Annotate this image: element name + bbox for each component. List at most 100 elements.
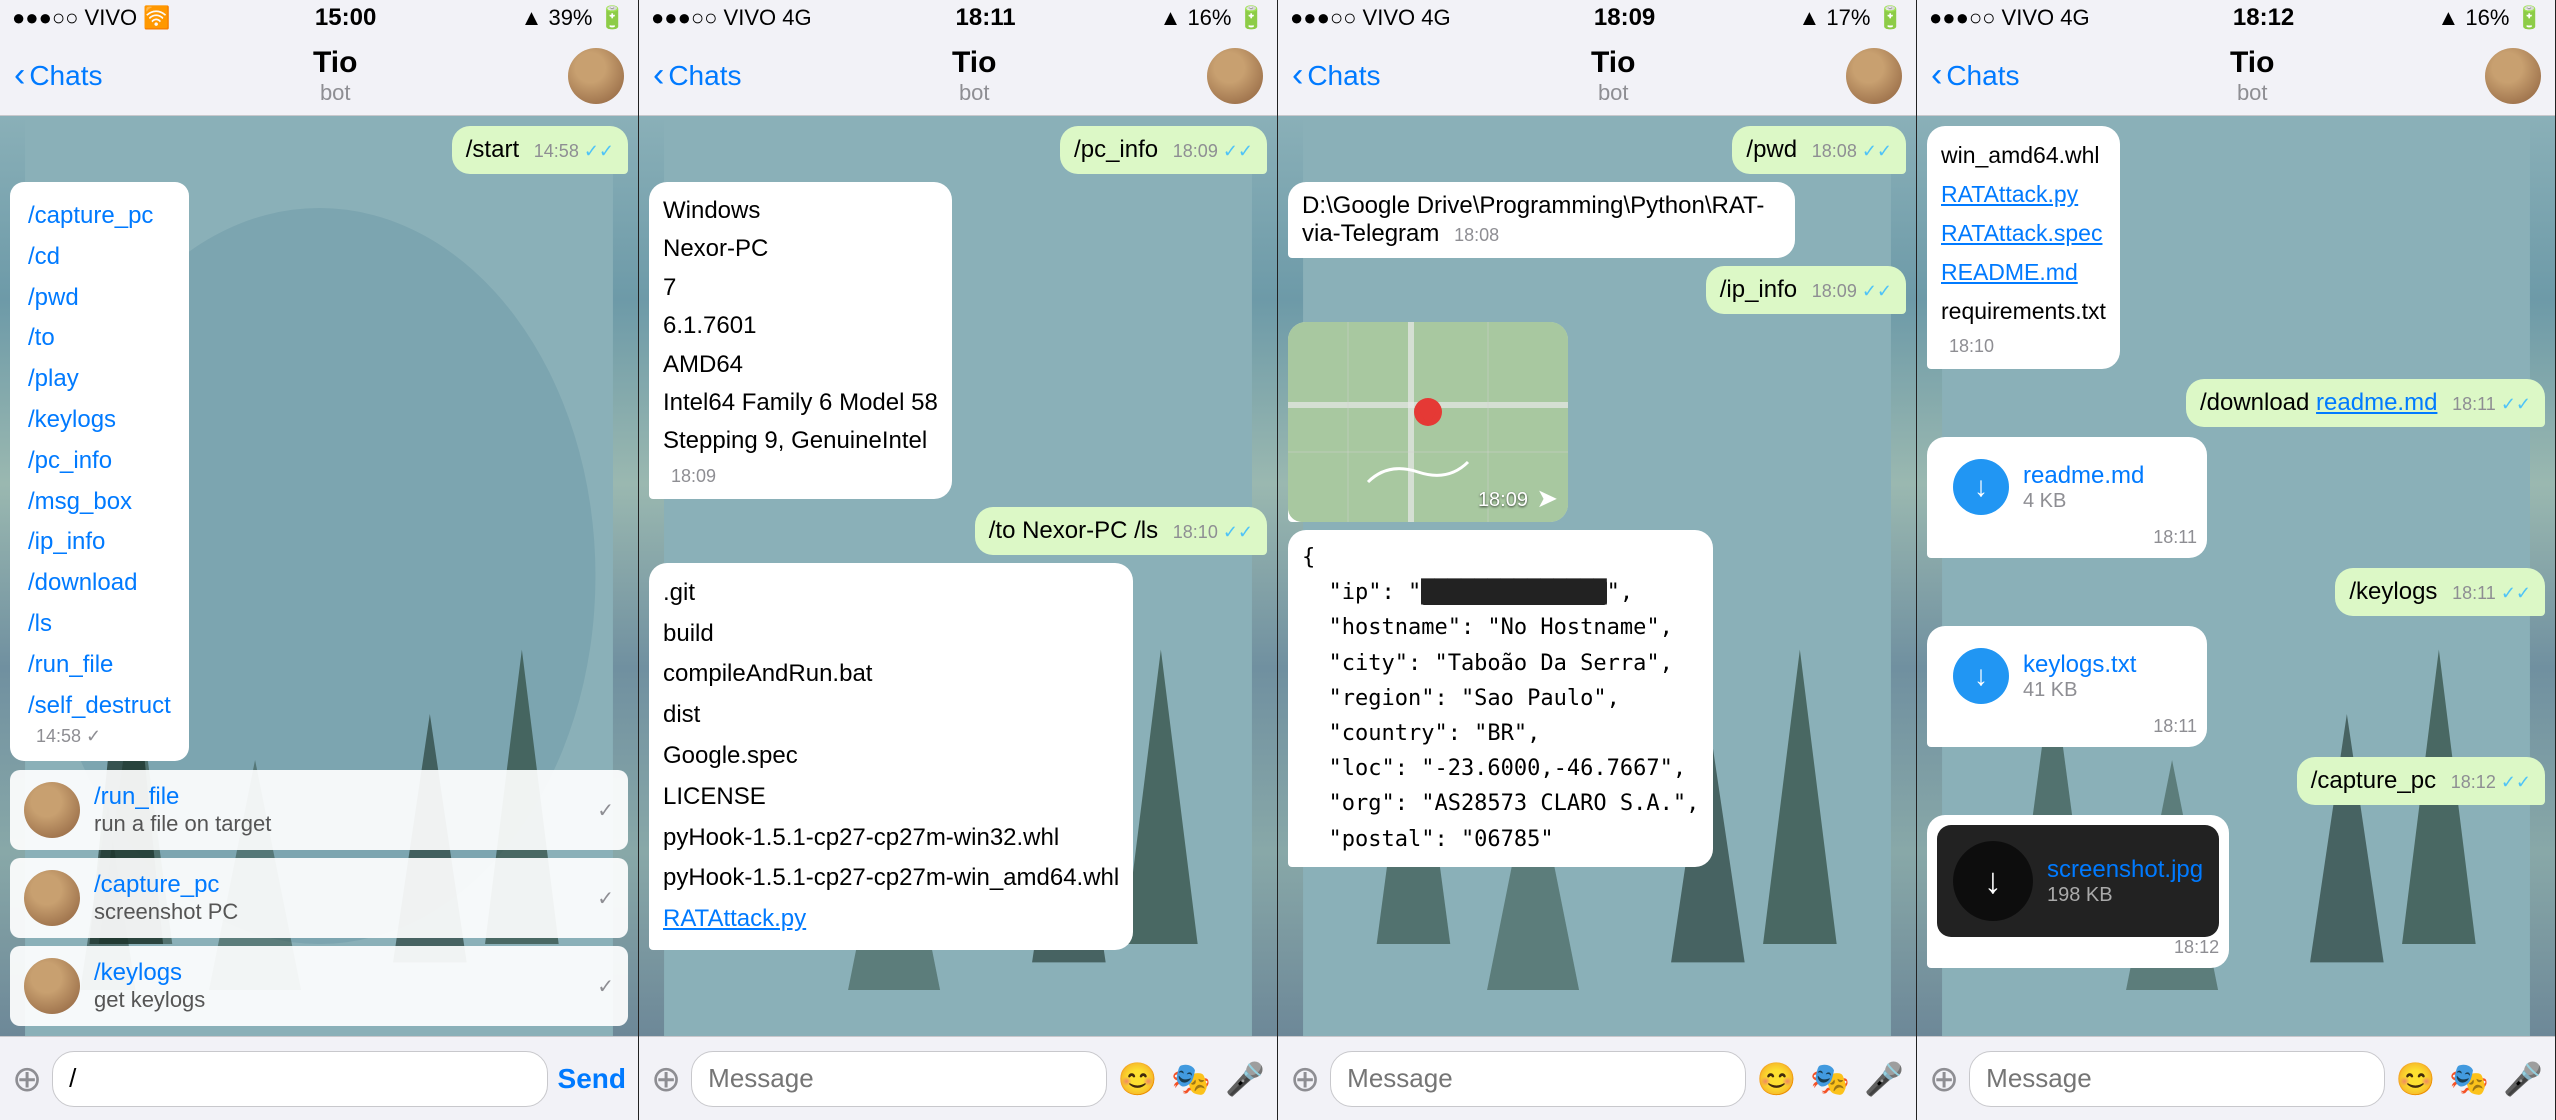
chat-content: /run_file run a file on target [94, 783, 583, 837]
download-link[interactable]: readme.md [2316, 389, 2437, 416]
sticker-icon-4[interactable]: 🎭 [2449, 1060, 2489, 1098]
attach-icon-3[interactable]: ⊕ [1290, 1058, 1320, 1100]
panel-1: ●●●○○ VIVO 🛜 15:00 ▲ 39% 🔋 ‹ Chats Tio b… [0, 0, 639, 1120]
time-display: 15:00 [315, 4, 376, 32]
readme-md-link[interactable]: README.md [1941, 259, 2078, 285]
nav-title-3: Tio bot [1591, 46, 1635, 106]
download-icon-readme: ↓ [1953, 459, 2009, 515]
msg-pwd-cmd: /pwd 18:08 ✓✓ [1732, 126, 1906, 174]
msg-pcinfo-resp: WindowsNexor-PC76.1.7601AMD64Intel64 Fam… [649, 182, 952, 499]
menu-item-to: /to [28, 318, 171, 359]
emoji-icon-3[interactable]: 😊 [1756, 1060, 1796, 1098]
message-input-2[interactable] [691, 1051, 1107, 1107]
chat-content: /keylogs get keylogs [94, 959, 583, 1013]
map-time: 18:09 [1478, 489, 1528, 512]
menu-item-runfile: /run_file [28, 645, 171, 686]
status-bar-4: ●●●○○ VIVO 4G 18:12 ▲ 16% 🔋 [1917, 0, 2555, 36]
filename-keylogs: keylogs.txt [2023, 651, 2181, 679]
msg-text: /pc_info [1074, 136, 1158, 163]
back-label-3[interactable]: Chats [1307, 60, 1380, 92]
attach-icon-2[interactable]: ⊕ [651, 1058, 681, 1100]
input-icons-3: 😊 🎭 🎤 [1756, 1060, 1904, 1098]
chat-time: ✓ [597, 886, 614, 911]
chat-name-4: Tio [2230, 46, 2274, 80]
sticker-icon-3[interactable]: 🎭 [1810, 1060, 1850, 1098]
chat-name-3: Tio [1591, 46, 1635, 80]
download-info-screenshot: screenshot.jpg 198 KB [2047, 856, 2203, 907]
pcinfo-time: 18:09 [671, 466, 716, 487]
msg-text: /to Nexor-PC /ls [989, 517, 1158, 544]
avatar-4[interactable] [2485, 48, 2541, 104]
avatar-1[interactable] [568, 48, 624, 104]
emoji-icon[interactable]: 😊 [1117, 1060, 1157, 1098]
download-file-keylogs[interactable]: ↓ keylogs.txt 41 KB [1937, 636, 2197, 716]
ratattack-spec-link[interactable]: RATAttack.spec [1941, 220, 2102, 246]
chevron-left-icon-3: ‹ [1292, 56, 1303, 95]
message-input-1[interactable] [52, 1051, 547, 1107]
chat-time: ✓ [597, 974, 614, 999]
back-label-2[interactable]: Chats [668, 60, 741, 92]
filelist-time: 18:10 [1949, 336, 1994, 357]
msg-text: /download readme.md [2200, 389, 2437, 416]
chat-list-item-keylogs[interactable]: /keylogs get keylogs ✓ [10, 946, 628, 1026]
avatar-2[interactable] [1207, 48, 1263, 104]
nav-bar-2: ‹ Chats Tio bot [639, 36, 1277, 116]
chat-list-item-capture[interactable]: /capture_pc screenshot PC ✓ [10, 858, 628, 938]
nav-bar-4: ‹ Chats Tio bot [1917, 36, 2555, 116]
map-image[interactable]: 18:09 ➤ [1288, 322, 1568, 522]
ratattack-py-link[interactable]: RATAttack.py [1941, 181, 2078, 207]
download-file-readme[interactable]: ↓ readme.md 4 KB [1937, 447, 2197, 527]
attach-icon-4[interactable]: ⊕ [1929, 1058, 1959, 1100]
message-text: /start [466, 136, 519, 163]
send-button-1[interactable]: Send [558, 1063, 626, 1095]
menu-item-cd: /cd [28, 237, 171, 278]
message-input-3[interactable] [1330, 1051, 1746, 1107]
mic-icon-3[interactable]: 🎤 [1864, 1060, 1904, 1098]
msg-time: 18:09 ✓✓ [1812, 281, 1892, 302]
chat-list-item-runfile[interactable]: /run_file run a file on target ✓ [10, 770, 628, 850]
mic-icon[interactable]: 🎤 [1225, 1060, 1265, 1098]
chat-area-1: /start 14:58 ✓✓ /capture_pc /cd /pwd /to… [0, 116, 638, 1036]
mic-icon-4[interactable]: 🎤 [2503, 1060, 2543, 1098]
msg-json-resp: { "ip": "██████████████", "hostname": "N… [1288, 530, 1713, 867]
pc-info-text: WindowsNexor-PC76.1.7601AMD64Intel64 Fam… [663, 192, 938, 461]
ls-text: .gitbuildcompileAndRun.batdistGoogle.spe… [663, 573, 1119, 940]
status-bar-2: ●●●○○ VIVO 4G 18:11 ▲ 16% 🔋 [639, 0, 1277, 36]
screenshot-file[interactable]: ↓ screenshot.jpg 198 KB [1937, 825, 2219, 937]
keylogs-time: 18:11 [1945, 716, 2197, 737]
message-time: 14:58 ✓✓ [534, 141, 614, 162]
sticker-icon[interactable]: 🎭 [1171, 1060, 1211, 1098]
menu-item-capture: /capture_pc [28, 196, 171, 237]
ratattack-link[interactable]: RATAttack.py [663, 905, 806, 932]
message-input-4[interactable] [1969, 1051, 2385, 1107]
chat-subtitle: screenshot PC [94, 899, 583, 925]
time-display-3: 18:09 [1594, 4, 1655, 32]
input-icons-4: 😊 🎭 🎤 [2395, 1060, 2543, 1098]
chevron-left-icon-2: ‹ [653, 56, 664, 95]
filesize-readme: 4 KB [2023, 490, 2181, 513]
nav-title-2: Tio bot [952, 46, 996, 106]
msg-download-cmd: /download readme.md 18:11 ✓✓ [2186, 379, 2545, 427]
input-bar-2: ⊕ 😊 🎭 🎤 [639, 1036, 1277, 1120]
menu-item-pwd: /pwd [28, 278, 171, 319]
emoji-icon-4[interactable]: 😊 [2395, 1060, 2435, 1098]
nav-bar-3: ‹ Chats Tio bot [1278, 36, 1916, 116]
time-display-2: 18:11 [956, 4, 1016, 32]
panel-3: ●●●○○ VIVO 4G 18:09 ▲ 17% 🔋 ‹ Chats Tio … [1278, 0, 1917, 1120]
nav-title-1: Tio bot [313, 46, 357, 106]
file-list-text: win_amd64.whl RATAttack.py RATAttack.spe… [1941, 136, 2106, 331]
back-label-4[interactable]: Chats [1946, 60, 2019, 92]
back-button-1[interactable]: ‹ Chats [14, 56, 102, 95]
menu-item-msgbox: /msg_box [28, 482, 171, 523]
signal-icon: ●●●○○ VIVO [12, 5, 137, 31]
attach-icon-1[interactable]: ⊕ [12, 1058, 42, 1100]
chevron-left-icon-4: ‹ [1931, 56, 1942, 95]
chat-name-1: Tio [313, 46, 357, 80]
avatar-3[interactable] [1846, 48, 1902, 104]
chat-status-2: bot [952, 80, 996, 106]
back-button-2[interactable]: ‹ Chats [653, 56, 741, 95]
forward-icon[interactable]: ➤ [1536, 483, 1558, 514]
back-label-1[interactable]: Chats [29, 60, 102, 92]
back-button-4[interactable]: ‹ Chats [1931, 56, 2019, 95]
back-button-3[interactable]: ‹ Chats [1292, 56, 1380, 95]
